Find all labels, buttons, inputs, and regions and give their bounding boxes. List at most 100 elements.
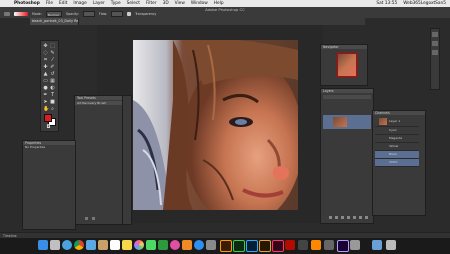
appstore-icon[interactable] [194, 240, 204, 250]
bridge-icon[interactable] [259, 240, 271, 252]
zoom-tool-icon[interactable]: ⌕ [50, 107, 55, 112]
marquee-tool-icon[interactable]: ⬚ [50, 44, 55, 49]
menu-image[interactable]: Image [73, 0, 86, 7]
navigator-thumbnail[interactable] [337, 53, 357, 77]
camera-icon[interactable] [324, 240, 334, 250]
brush-preset-picker[interactable] [14, 12, 28, 16]
pen-tool-icon[interactable]: ✒ [43, 93, 48, 98]
navigator-header[interactable]: Navigator [321, 45, 367, 49]
crop-tool-icon[interactable]: ⌗ [43, 58, 48, 63]
calendar-icon[interactable] [110, 240, 120, 250]
channels-header[interactable]: Channels [373, 111, 425, 115]
trash-icon[interactable] [386, 240, 396, 250]
menu-window[interactable]: Window [191, 0, 208, 7]
illustrator-icon[interactable] [220, 240, 232, 252]
messages-icon[interactable] [146, 240, 156, 250]
history-brush-tool-icon[interactable]: ↺ [50, 72, 55, 77]
menubar-clock[interactable]: Sat 13:55 [376, 0, 397, 7]
contacts-icon[interactable] [98, 240, 108, 250]
painted-portrait-image [133, 40, 298, 210]
safari-icon[interactable] [62, 240, 72, 250]
lasso-tool-icon[interactable]: ◌ [43, 51, 48, 56]
brush-tool-icon[interactable] [4, 12, 10, 16]
layer-mask-icon[interactable] [341, 216, 344, 219]
gradient-tool-icon[interactable]: ▦ [50, 79, 55, 84]
dreamweaver-icon[interactable] [233, 240, 245, 252]
history-icon[interactable] [432, 32, 438, 37]
vlc-icon[interactable] [311, 240, 321, 250]
aftereffects-icon[interactable] [337, 240, 349, 252]
menu-select[interactable]: Select [127, 0, 140, 7]
photos-icon[interactable] [134, 240, 144, 250]
adjustment-layer-icon[interactable] [347, 216, 350, 219]
menu-file[interactable]: File [46, 0, 53, 7]
type-tool-icon[interactable]: T [50, 93, 55, 98]
facetime-icon[interactable] [158, 240, 168, 250]
opacity-field[interactable] [82, 11, 95, 17]
move-tool-icon[interactable]: ✥ [43, 44, 48, 49]
notes-icon[interactable] [122, 240, 132, 250]
menu-layer[interactable]: Layer [93, 0, 105, 7]
channel-row[interactable]: Yellow [375, 143, 419, 151]
path-select-tool-icon[interactable]: ➤ [43, 100, 48, 105]
screenshot-icon[interactable] [350, 240, 360, 250]
new-preset-icon[interactable] [85, 217, 88, 220]
menubar-user[interactable]: Web365LegoxtSan5 [403, 0, 446, 7]
photoshop-icon[interactable] [246, 240, 258, 252]
dodge-tool-icon[interactable]: ◐ [50, 86, 55, 91]
menu-help[interactable]: Help [214, 0, 224, 7]
channel-row[interactable]: Magenta [375, 135, 419, 143]
shape-tool-icon[interactable]: ■ [50, 100, 55, 105]
media-icon[interactable] [298, 240, 308, 250]
eraser-tool-icon[interactable]: ▭ [43, 79, 48, 84]
layer-filter-bar[interactable] [323, 95, 371, 99]
layer-row-selected[interactable] [323, 115, 371, 129]
folder-icon[interactable] [372, 240, 382, 250]
transparency-checkbox[interactable] [127, 12, 132, 16]
channel-row[interactable]: Layer 1 [375, 117, 419, 127]
document-canvas[interactable] [133, 40, 298, 210]
delete-layer-icon[interactable] [365, 216, 368, 219]
hand-tool-icon[interactable]: ✋ [43, 107, 49, 112]
healing-tool-icon[interactable]: ✚ [43, 65, 48, 70]
menu-view[interactable]: View [175, 0, 185, 7]
foreground-color-swatch[interactable] [44, 114, 52, 122]
layer-style-icon[interactable] [335, 216, 338, 219]
menu-type[interactable]: Type [111, 0, 121, 7]
app-menu[interactable]: Photoshop [14, 0, 40, 7]
new-layer-icon[interactable] [359, 216, 362, 219]
quick-mask-icon[interactable]: ◘ [46, 125, 51, 130]
ibooks-icon[interactable] [182, 240, 192, 250]
flow-field[interactable] [111, 11, 124, 17]
tool-preset-item[interactable]: Art Recovery Brush [75, 101, 123, 105]
menu-edit[interactable]: Edit [59, 0, 67, 7]
chrome-icon[interactable] [74, 240, 84, 250]
layers-header[interactable]: Layers [321, 89, 373, 93]
mode-select[interactable]: Normal [45, 11, 62, 17]
menu-3d[interactable]: 3D [163, 0, 169, 7]
brush-tool-icon[interactable]: ✐ [50, 65, 55, 70]
channel-row[interactable]: Cyan [375, 127, 419, 135]
menu-filter[interactable]: Filter [146, 0, 157, 7]
mail-icon[interactable] [86, 240, 96, 250]
launchpad-icon[interactable] [50, 240, 60, 250]
actions-icon[interactable] [432, 41, 438, 46]
link-layers-icon[interactable] [329, 216, 332, 219]
new-group-icon[interactable] [353, 216, 356, 219]
blur-tool-icon[interactable]: ● [43, 86, 48, 91]
tool-presets-header[interactable]: Tool Presets [75, 96, 123, 100]
swatches-icon[interactable] [432, 50, 438, 55]
quick-select-tool-icon[interactable]: ✎ [50, 51, 55, 56]
acrobat-icon[interactable] [285, 240, 295, 250]
stamp-tool-icon[interactable]: ▲ [43, 72, 48, 77]
finder-icon[interactable] [38, 240, 48, 250]
channel-row-selected[interactable]: CMYK [375, 159, 419, 167]
preferences-icon[interactable] [206, 240, 216, 250]
delete-preset-icon[interactable] [92, 217, 95, 220]
opacity-label: Opacity: [65, 12, 79, 16]
document-tab[interactable]: beach_portrait_03_Dolly Ret... [30, 18, 79, 25]
eyedropper-tool-icon[interactable]: ⁄ [50, 58, 55, 63]
itunes-icon[interactable] [170, 240, 180, 250]
channel-row-selected[interactable]: Black [375, 151, 419, 159]
indesign-icon[interactable] [272, 240, 284, 252]
